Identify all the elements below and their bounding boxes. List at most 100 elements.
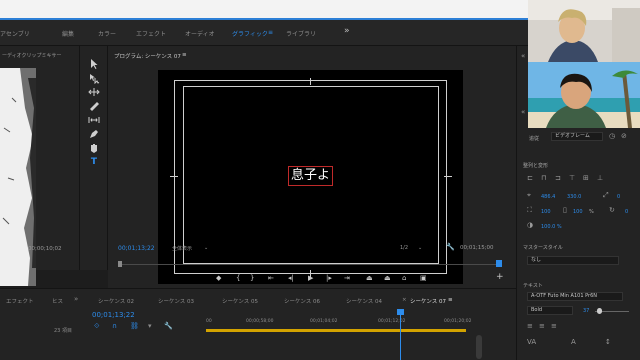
title-text-layer[interactable]: 息子よ [288, 166, 333, 186]
program-timecode[interactable]: 00;01;13;22 [118, 245, 155, 252]
align-middle-icon[interactable]: ⊞ [583, 174, 589, 182]
work-area-bar[interactable] [206, 329, 466, 332]
align-top-icon[interactable]: ⊤ [569, 174, 575, 182]
mark-out-icon[interactable]: } [250, 274, 254, 282]
program-monitor-title[interactable]: プログラム: シーケンス 07 [114, 52, 181, 60]
position-y-value[interactable]: 330.0 [567, 194, 581, 200]
resolution-chevron-icon[interactable]: ⌄ [418, 245, 422, 251]
align-center-h-icon[interactable]: ⊓ [541, 174, 546, 182]
workspace-tab-audio[interactable]: オーディオ [185, 29, 215, 38]
timeline-playhead-handle[interactable] [397, 309, 404, 315]
wrench-icon[interactable]: 🔧 [446, 243, 455, 251]
step-back-icon[interactable]: ◂| [288, 274, 294, 282]
type-tool-icon[interactable]: T [88, 156, 100, 168]
timeline-tab-seq06[interactable]: シーケンス 06 [284, 297, 320, 305]
text-align-center-icon[interactable]: ≡ [539, 322, 545, 330]
project-panel: エフェクト ヒス » 23 項目 [0, 288, 86, 360]
position-x-value[interactable]: 486.4 [541, 194, 555, 200]
align-bottom-icon[interactable]: ⊥ [597, 174, 603, 182]
workspace-menu-icon[interactable]: ≡ [268, 29, 273, 36]
play-icon[interactable]: ▶ [308, 274, 313, 282]
panel-more-icon[interactable]: » [74, 295, 78, 303]
source-panel-title[interactable]: ーディオクリップミキサー [2, 52, 62, 59]
reset-icon[interactable]: ⊘ [621, 132, 627, 140]
panel-edge-icon[interactable]: « [521, 108, 525, 116]
mark-in-icon[interactable]: { [236, 274, 240, 282]
go-to-out-icon[interactable]: ⇥ [344, 274, 350, 282]
timeline-tab-seq02[interactable]: シーケンス 02 [98, 297, 134, 305]
pen-tool-icon[interactable] [88, 128, 100, 140]
opacity-value[interactable]: 100.0 % [541, 224, 562, 230]
selection-tool-icon[interactable] [88, 58, 100, 70]
timeline-tab-seq05[interactable]: シーケンス 05 [222, 297, 258, 305]
text-align-left-icon[interactable]: ≡ [527, 322, 533, 330]
scale-value-2[interactable]: 100 [573, 209, 583, 215]
in-handle[interactable] [118, 261, 122, 267]
rotation-angle-value[interactable]: 0 [625, 209, 628, 215]
workspace-tab-color[interactable]: カラー [98, 29, 116, 38]
program-scrubber[interactable] [118, 260, 502, 268]
tab-history[interactable]: ヒス [52, 297, 63, 305]
ripple-edit-tool-icon[interactable] [88, 86, 100, 98]
follow-dropdown[interactable]: ビデオフレーム [551, 132, 603, 141]
resolution-dropdown[interactable]: 1/2 [400, 245, 408, 251]
scale-value[interactable]: 100 [541, 209, 551, 215]
close-tab-icon[interactable]: × [402, 297, 407, 303]
timeline-menu-icon[interactable]: ≡ [448, 297, 453, 303]
add-button-icon[interactable]: + [496, 272, 504, 282]
add-marker-icon[interactable]: ◆ [216, 274, 221, 282]
slip-tool-icon[interactable] [88, 114, 100, 126]
workspace-bar: アセンブリ 編集 カラー エフェクト オーディオ グラフィック ≡ ライブラリ … [0, 20, 528, 46]
add-marker-timeline-icon[interactable]: ▾ [148, 322, 152, 330]
extract-icon[interactable]: ⏏ [384, 274, 391, 282]
workspace-tab-assembly[interactable]: アセンブリ [0, 29, 30, 38]
nest-toggle-icon[interactable]: ⟐ [94, 322, 100, 331]
font-dropdown[interactable]: A-OTF Futo Min A101 Pr6N [527, 292, 623, 301]
hand-tool-icon[interactable] [88, 142, 100, 154]
align-left-icon[interactable]: ⊏ [527, 174, 533, 182]
follow-label: 追従 [529, 136, 540, 142]
tab-effects[interactable]: エフェクト [6, 297, 34, 305]
link-scale-icon[interactable]: ▯ [563, 206, 567, 214]
export-frame-icon[interactable]: ⌂ [402, 274, 406, 282]
program-menu-icon[interactable]: ≡ [182, 52, 187, 58]
font-size-slider-thumb[interactable] [597, 308, 602, 314]
playhead-marker[interactable] [496, 260, 502, 267]
video-frame: 息子よ [158, 70, 463, 284]
track-select-tool-icon[interactable] [88, 72, 100, 85]
timeline-timecode[interactable]: 00;01;13;22 [92, 311, 135, 319]
snap-icon[interactable]: ∩ [112, 322, 117, 330]
panel-collapse-icon[interactable]: « [521, 52, 525, 60]
timeline-tab-seq07[interactable]: シーケンス 07 [410, 297, 446, 305]
more-workspaces-icon[interactable]: » [344, 26, 350, 36]
razor-tool-icon[interactable] [88, 100, 100, 112]
font-size-value[interactable]: 37 [583, 308, 589, 314]
workspace-tab-libraries[interactable]: ライブラリ [286, 29, 316, 38]
font-weight-dropdown[interactable]: Bold [527, 306, 573, 315]
lift-icon[interactable]: ⏏ [366, 274, 373, 282]
workspace-tab-graphics[interactable]: グラフィック [232, 29, 268, 38]
linked-selection-icon[interactable]: ⛓ [130, 322, 139, 330]
fit-dropdown[interactable]: 全体表示 [172, 245, 192, 252]
step-forward-icon[interactable]: |▸ [326, 274, 332, 282]
workspace-tab-editing[interactable]: 編集 [62, 29, 74, 38]
compare-view-icon[interactable]: ▣ [420, 274, 427, 282]
text-align-right-icon[interactable]: ≡ [551, 322, 557, 330]
rotate-icon: ↻ [609, 206, 615, 214]
timeline-tab-seq04[interactable]: シーケンス 04 [346, 297, 382, 305]
tools-panel: T [80, 46, 108, 270]
go-to-in-icon[interactable]: ⇤ [268, 274, 274, 282]
rotation-value[interactable]: 0 [617, 194, 620, 200]
toggle-animation-icon[interactable]: ◷ [609, 132, 615, 140]
workspace-tab-effects[interactable]: エフェクト [136, 29, 166, 38]
scale-unit-label: % [589, 209, 594, 215]
timeline-playhead[interactable] [400, 311, 401, 360]
timeline-tab-seq03[interactable]: シーケンス 03 [158, 297, 194, 305]
timeline-settings-icon[interactable]: 🔧 [164, 322, 173, 330]
master-style-dropdown[interactable]: なし [527, 256, 619, 265]
title-bar [0, 0, 528, 20]
fit-dropdown-chevron-icon[interactable]: ⌄ [204, 245, 208, 251]
timeline-scrollbar[interactable] [476, 335, 482, 359]
kerning-icon: A [571, 338, 576, 346]
align-right-icon[interactable]: ⊐ [555, 174, 561, 182]
